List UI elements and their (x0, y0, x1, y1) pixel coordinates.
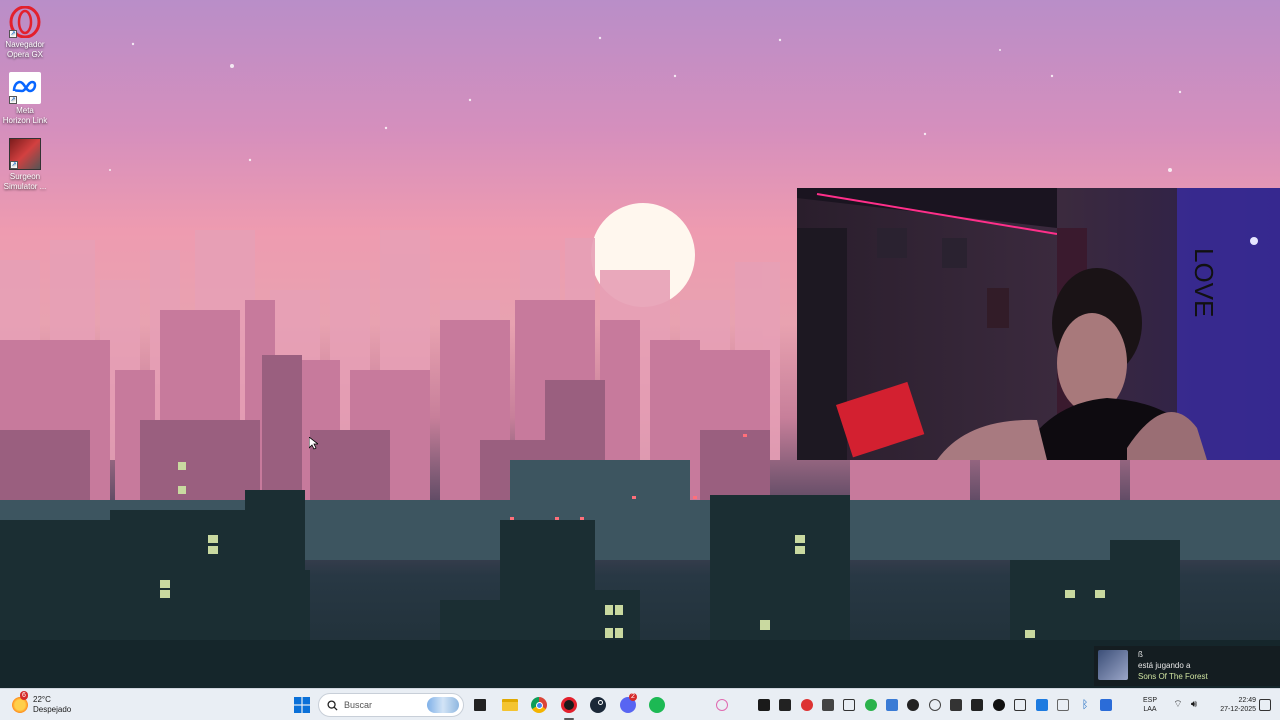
desktop-icon-label: Meta Horizon Link (2, 106, 48, 125)
tray-app-icon-11[interactable] (971, 699, 983, 711)
nvidia-icon[interactable] (758, 699, 770, 711)
region-code: LAA (1143, 706, 1157, 713)
steam-button[interactable] (586, 693, 610, 717)
game-activity-notification[interactable]: ß está jugando a Sons Of The Forest (1094, 646, 1280, 686)
windows-start-icon (294, 697, 310, 713)
avatar (1098, 650, 1128, 680)
start-button[interactable] (290, 693, 314, 717)
file-explorer-icon (502, 699, 518, 711)
weather-temp: 22°C (33, 695, 51, 704)
desktop-icon-label: Navegador Opera GX (5, 40, 45, 59)
tray-app-icon-10[interactable] (950, 699, 962, 711)
webcam-overlay: LOVE (797, 188, 1280, 460)
wifi-icon[interactable]: ⌔ (1172, 699, 1184, 711)
tray-app-icon-1[interactable] (716, 699, 728, 711)
volume-icon[interactable]: 🔊︎ (1188, 699, 1200, 711)
language-code: ESP (1142, 697, 1157, 704)
weather-icon: 6 (12, 691, 28, 713)
search-placeholder: Buscar (344, 700, 373, 710)
desktop-icon-surgeon-simulator[interactable]: ↗ Surgeon Simulator ... (2, 138, 48, 192)
desktop-icon-meta-horizon-link[interactable]: ↗ Meta Horizon Link (2, 72, 48, 126)
svg-text:LOVE: LOVE (1189, 248, 1219, 317)
clock-time: 22:49 (1238, 697, 1256, 704)
tray-app-icon-2[interactable] (779, 699, 791, 711)
task-view-icon (474, 699, 486, 711)
taskbar-search[interactable]: Buscar (318, 693, 464, 717)
spotify-button[interactable] (645, 693, 669, 717)
tray-app-icon-4[interactable] (822, 699, 834, 711)
notification-game: Sons Of The Forest (1138, 672, 1208, 681)
tray-app-icon-13[interactable] (1014, 699, 1026, 711)
clock-date: 27-12-2025 (1220, 706, 1256, 713)
opera-gx-button[interactable] (557, 693, 581, 720)
notification-user: ß (1138, 650, 1143, 659)
tray-app-icon-8[interactable] (907, 699, 919, 711)
desktop-icon-opera-gx[interactable]: ↗ Navegador Opera GX (2, 5, 48, 60)
steam-icon (590, 697, 606, 713)
chrome-icon (531, 697, 547, 713)
opera-gx-icon: ↗ (9, 5, 41, 39)
tray-app-icon-15[interactable] (1057, 699, 1069, 711)
weather-badge: 6 (20, 691, 28, 700)
discord-button[interactable]: 2 (616, 693, 640, 717)
surgeon-simulator-icon: ↗ (9, 138, 41, 170)
search-highlight-icon (427, 697, 459, 713)
file-explorer-button[interactable] (498, 693, 522, 717)
meta-icon: ↗ (9, 72, 41, 104)
taskbar: 6 22°C Despejado Buscar 2 ᛒ ESP LAA ⌔ 🔊︎… (0, 688, 1280, 720)
tray-app-icon-6[interactable] (865, 699, 877, 711)
chrome-button[interactable] (527, 693, 551, 717)
language-indicator[interactable]: ESP LAA (1138, 693, 1162, 717)
bluetooth-icon[interactable]: ᛒ (1079, 699, 1091, 711)
notification-center-icon[interactable] (1259, 699, 1271, 711)
tray-app-icon-16[interactable] (1100, 699, 1112, 711)
notification-status: está jugando a (1138, 661, 1191, 670)
tray-app-icon-3[interactable] (801, 699, 813, 711)
weather-widget[interactable]: 6 22°C Despejado (12, 691, 82, 717)
task-view-button[interactable] (468, 693, 492, 717)
desktop-icon-label: Surgeon Simulator ... (3, 172, 47, 191)
weather-condition: Despejado (33, 705, 72, 714)
tray-app-icon-5[interactable] (843, 699, 855, 711)
tray-app-icon-12[interactable] (993, 699, 1005, 711)
spotify-icon (649, 697, 665, 713)
mouse-cursor (309, 437, 318, 450)
search-icon (327, 699, 338, 711)
discord-icon: 2 (620, 693, 637, 713)
opera-gx-icon (561, 697, 577, 713)
tray-app-icon-9[interactable] (929, 699, 941, 711)
tray-app-icon-14[interactable] (1036, 699, 1048, 711)
tray-app-icon-7[interactable] (886, 699, 898, 711)
clock[interactable]: 22:49 27-12-2025 (1204, 693, 1256, 717)
discord-badge: 2 (629, 693, 637, 701)
